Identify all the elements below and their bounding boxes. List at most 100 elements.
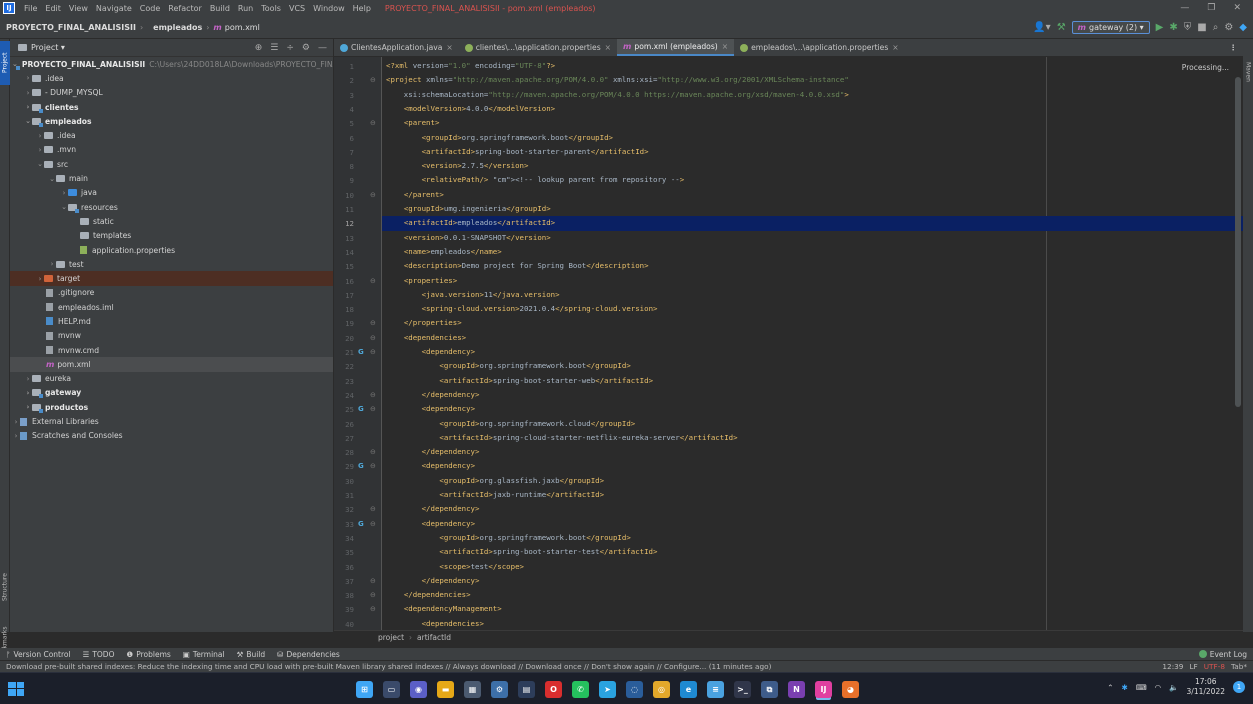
tree-item[interactable]: mvnw	[10, 329, 333, 343]
close-icon[interactable]: ✕	[1233, 3, 1241, 13]
telegram-icon[interactable]: ➤	[599, 681, 616, 698]
code-line[interactable]: <artifactId>empleados</artifactId>	[382, 216, 1243, 231]
menu-refactor[interactable]: Refactor	[164, 4, 206, 13]
tree-item[interactable]: › External Libraries	[10, 414, 333, 428]
todo-button[interactable]: ☰ TODO	[77, 650, 121, 659]
maximize-icon[interactable]: ❐	[1207, 3, 1215, 13]
build-button[interactable]: ⚒ Build	[231, 650, 272, 659]
fold-marker-icon[interactable]: ⊖	[370, 348, 376, 356]
tree-item[interactable]: › .idea	[10, 128, 333, 142]
fold-marker-icon[interactable]: ⊖	[370, 191, 376, 199]
store-icon[interactable]: ▤	[518, 681, 535, 698]
code-line[interactable]: <artifactId>spring-boot-starter-parent</…	[382, 145, 1243, 159]
code-line[interactable]: <scope>test</scope>	[382, 560, 1243, 574]
breadcrumb-module[interactable]: empleados	[147, 23, 202, 32]
file-encoding[interactable]: UTF-8	[1204, 662, 1225, 671]
file-explorer-icon[interactable]: ▬	[437, 681, 454, 698]
tree-item[interactable]: › Scratches and Consoles	[10, 429, 333, 443]
fold-marker-icon[interactable]: ⊖	[370, 76, 376, 84]
notepad-icon[interactable]: ≡	[707, 681, 724, 698]
onenote-icon[interactable]: N	[788, 681, 805, 698]
terminal-button[interactable]: ▣ Terminal	[177, 650, 231, 659]
firefox-icon[interactable]: ◕	[842, 681, 859, 698]
tree-item[interactable]: › clientes	[10, 100, 333, 114]
tree-item[interactable]: › productos	[10, 400, 333, 414]
notification-badge[interactable]: 1	[1233, 681, 1245, 693]
code-line[interactable]: <groupId>org.springframework.boot</group…	[382, 359, 1243, 373]
code-line[interactable]: </dependency>	[382, 445, 1243, 459]
gutter-dependency-icon[interactable]: G	[358, 520, 364, 528]
fold-marker-icon[interactable]: ⊖	[370, 405, 376, 413]
tree-item[interactable]: templates	[10, 229, 333, 243]
code-line[interactable]: <spring-cloud.version>2021.0.4</spring-c…	[382, 302, 1243, 316]
code-editor[interactable]: 1 2 ⊖ 3 4 5 ⊖ 6 7 8 9 10 ⊖ 11 12 13 14 15 16 ⊖ 17 18 19 ⊖ 20 ⊖ 21 G…	[334, 57, 1243, 630]
code-line[interactable]: <?xml version="1.0" encoding="UTF-8"?>	[382, 59, 1243, 73]
terminal-icon[interactable]: >_	[734, 681, 751, 698]
code-line[interactable]: </dependency>	[382, 502, 1243, 516]
menu-edit[interactable]: Edit	[41, 4, 65, 13]
menu-view[interactable]: View	[65, 4, 92, 13]
tree-item[interactable]: › java	[10, 186, 333, 200]
opera-icon[interactable]: O	[545, 681, 562, 698]
code-line[interactable]: <dependencies>	[382, 331, 1243, 345]
keyboard-icon[interactable]: ⌨	[1136, 683, 1147, 692]
breadcrumb-file[interactable]: pom.xml	[225, 23, 260, 32]
gutter-dependency-icon[interactable]: G	[358, 462, 364, 470]
user-icon[interactable]: 👤▾	[1033, 22, 1050, 33]
code-line[interactable]: <artifactId>spring-boot-starter-test</ar…	[382, 545, 1243, 559]
bluetooth-icon[interactable]: ✱	[1122, 683, 1128, 692]
code-line[interactable]: </dependency>	[382, 388, 1243, 402]
code-line[interactable]: <version>0.0.1-SNAPSHOT</version>	[382, 231, 1243, 245]
more-tabs-icon[interactable]: ⋮	[1229, 43, 1243, 52]
clock[interactable]: 17:06 3/11/2022	[1187, 677, 1225, 697]
code-line[interactable]: </properties>	[382, 316, 1243, 330]
tree-item[interactable]: .gitignore	[10, 286, 333, 300]
fold-marker-icon[interactable]: ⊖	[370, 448, 376, 456]
close-tab-icon[interactable]: ×	[722, 42, 728, 51]
project-tool-tab[interactable]: Project	[0, 41, 10, 85]
tree-item[interactable]: ⌄ empleados	[10, 114, 333, 128]
line-separator[interactable]: LF	[1189, 662, 1197, 671]
collapse-all-icon[interactable]: ☰	[270, 43, 278, 53]
code-line[interactable]: <name>empleados</name>	[382, 245, 1243, 259]
fold-marker-icon[interactable]: ⊖	[370, 520, 376, 528]
close-tab-icon[interactable]: ×	[446, 43, 452, 52]
chrome-dev-icon[interactable]: ◌	[626, 681, 643, 698]
tab-clientes-properties[interactable]: clientes\...\application.properties ×	[459, 39, 617, 56]
minimize-icon[interactable]: —	[1180, 3, 1189, 13]
code-line[interactable]: <artifactId>jaxb-runtime</artifactId>	[382, 488, 1243, 502]
code-line[interactable]: <groupId>org.glassfish.jaxb</groupId>	[382, 474, 1243, 488]
tree-item[interactable]: › target	[10, 271, 333, 286]
stop-icon[interactable]: ■	[1197, 22, 1206, 33]
volume-icon[interactable]: 🔈	[1169, 683, 1178, 692]
search-icon[interactable]: ⌕	[1213, 22, 1219, 33]
tree-item[interactable]: › - DUMP_MYSQL	[10, 86, 333, 100]
code-line[interactable]: <dependency>	[382, 402, 1243, 416]
tree-item[interactable]: static	[10, 214, 333, 228]
hide-icon[interactable]: —	[318, 43, 327, 53]
edge-icon[interactable]: e	[680, 681, 697, 698]
tree-item[interactable]: application.properties	[10, 243, 333, 257]
tree-item[interactable]: HELP.md	[10, 314, 333, 328]
fold-marker-icon[interactable]: ⊖	[370, 505, 376, 513]
code-line[interactable]: <groupId>org.springframework.cloud</grou…	[382, 417, 1243, 431]
code-line[interactable]: <artifactId>spring-cloud-starter-netflix…	[382, 431, 1243, 445]
chrome-icon[interactable]: ◎	[653, 681, 670, 698]
tree-item[interactable]: › .idea	[10, 71, 333, 85]
code-line[interactable]: <parent>	[382, 116, 1243, 130]
code-line[interactable]: <groupId>org.springframework.boot</group…	[382, 131, 1243, 145]
menu-code[interactable]: Code	[136, 4, 164, 13]
code-line[interactable]: xsi:schemaLocation="http://maven.apache.…	[382, 88, 1243, 102]
breadcrumb-artifactid-tag[interactable]: artifactId	[417, 633, 451, 642]
problems-button[interactable]: ❶ Problems	[120, 650, 176, 659]
code-line[interactable]: <groupId>umg.ingenieria</groupId>	[382, 202, 1243, 216]
gutter-dependency-icon[interactable]: G	[358, 405, 364, 413]
code-line[interactable]: </parent>	[382, 188, 1243, 202]
breadcrumb-project[interactable]: PROYECTO_FINAL_ANALISISII	[0, 23, 136, 32]
whatsapp-icon[interactable]: ✆	[572, 681, 589, 698]
tree-item-root[interactable]: ⌄ PROYECTO_FINAL_ANALISISII C:\Users\24D…	[10, 57, 333, 71]
tree-item[interactable]: › eureka	[10, 372, 333, 386]
expand-icon[interactable]: ÷	[286, 43, 294, 53]
intellij-taskbar-icon[interactable]: IJ	[815, 681, 832, 698]
version-control-button[interactable]: ᚠ Version Control	[0, 650, 77, 659]
